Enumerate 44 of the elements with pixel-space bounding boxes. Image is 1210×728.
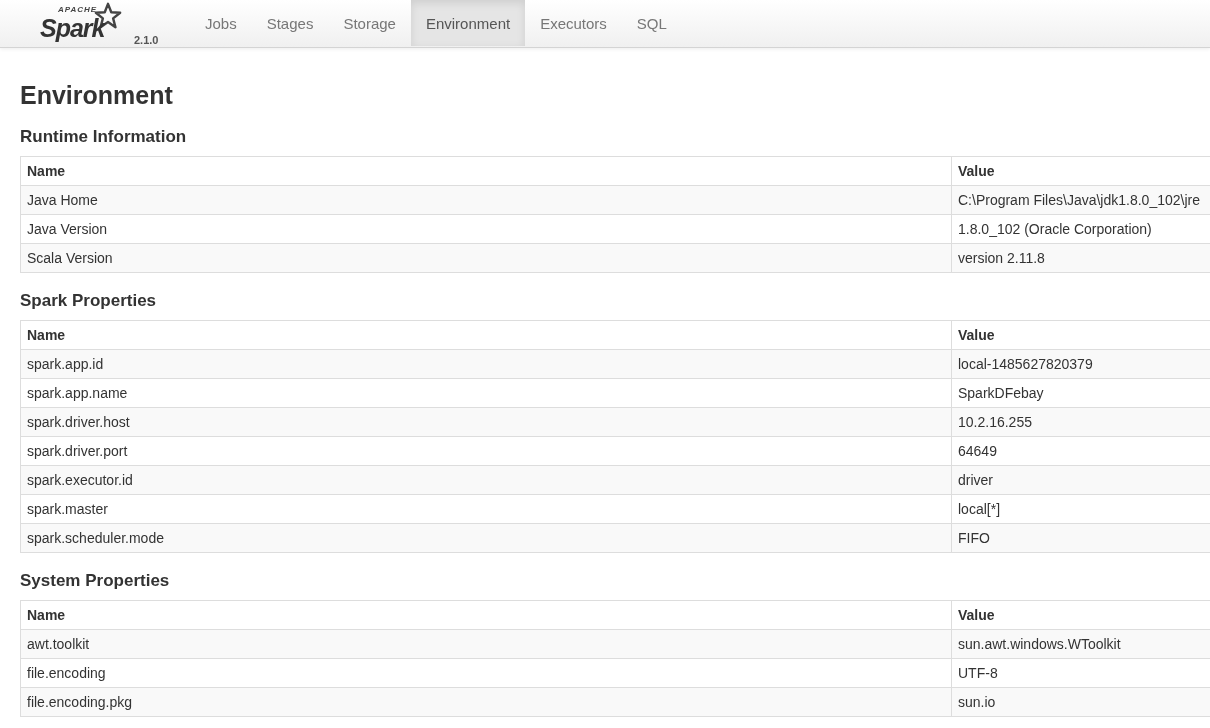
table-cell: spark.app.id (20, 349, 952, 379)
nav-tab[interactable]: Environment (410, 0, 526, 46)
version-label: 2.1.0 (134, 34, 159, 46)
column-header[interactable]: Name (20, 600, 952, 630)
table-cell: Java Version (20, 214, 952, 244)
nav-tab[interactable]: Jobs (190, 0, 252, 46)
table-cell: Scala Version (20, 243, 952, 273)
nav-tab[interactable]: Stages (251, 0, 329, 46)
column-header[interactable]: Value (951, 156, 1210, 186)
table-cell: 64649 (951, 436, 1210, 466)
table-cell: awt.toolkit (20, 629, 952, 659)
table-cell: SparkDFebay (951, 378, 1210, 408)
table-cell: spark.master (20, 494, 952, 524)
section-title: Spark Properties (20, 291, 158, 311)
column-header[interactable]: Name (20, 320, 952, 350)
table-cell: spark.driver.port (20, 436, 952, 466)
column-header[interactable]: Name (20, 156, 952, 186)
table-cell: UTF-8 (951, 658, 1210, 688)
table-cell: local-1485627820379 (951, 349, 1210, 379)
table-cell: 10.2.16.255 (951, 407, 1210, 437)
table-cell: C:\Program Files\Java\jdk1.8.0_102\jre (951, 185, 1210, 215)
column-header[interactable]: Value (951, 320, 1210, 350)
table-cell: spark.app.name (20, 378, 952, 408)
column-header[interactable]: Value (951, 600, 1210, 630)
table-cell: file.encoding (20, 658, 952, 688)
table-cell: FIFO (951, 523, 1210, 553)
table-cell: 1.8.0_102 (Oracle Corporation) (951, 214, 1210, 244)
section-title: Runtime Information (20, 127, 188, 147)
table-cell: version 2.11.8 (951, 243, 1210, 273)
nav-tab[interactable]: Executors (525, 0, 622, 46)
section-title: System Properties (20, 571, 171, 591)
table-cell: local[*] (951, 494, 1210, 524)
table-cell: spark.driver.host (20, 407, 952, 437)
table-cell: driver (951, 465, 1210, 495)
table-cell: spark.executor.id (20, 465, 952, 495)
table-cell: sun.awt.windows.WToolkit (951, 629, 1210, 659)
table-cell: spark.scheduler.mode (20, 523, 952, 553)
nav-tab[interactable]: Storage (328, 0, 411, 46)
nav-tab[interactable]: SQL (621, 0, 682, 46)
table-cell: sun.io (951, 687, 1210, 717)
table-cell: file.encoding.pkg (20, 687, 952, 717)
page-title: Environment (20, 80, 174, 110)
spark-logo[interactable]: APACHE Spark (40, 2, 124, 44)
table-cell: Java Home (20, 185, 952, 215)
